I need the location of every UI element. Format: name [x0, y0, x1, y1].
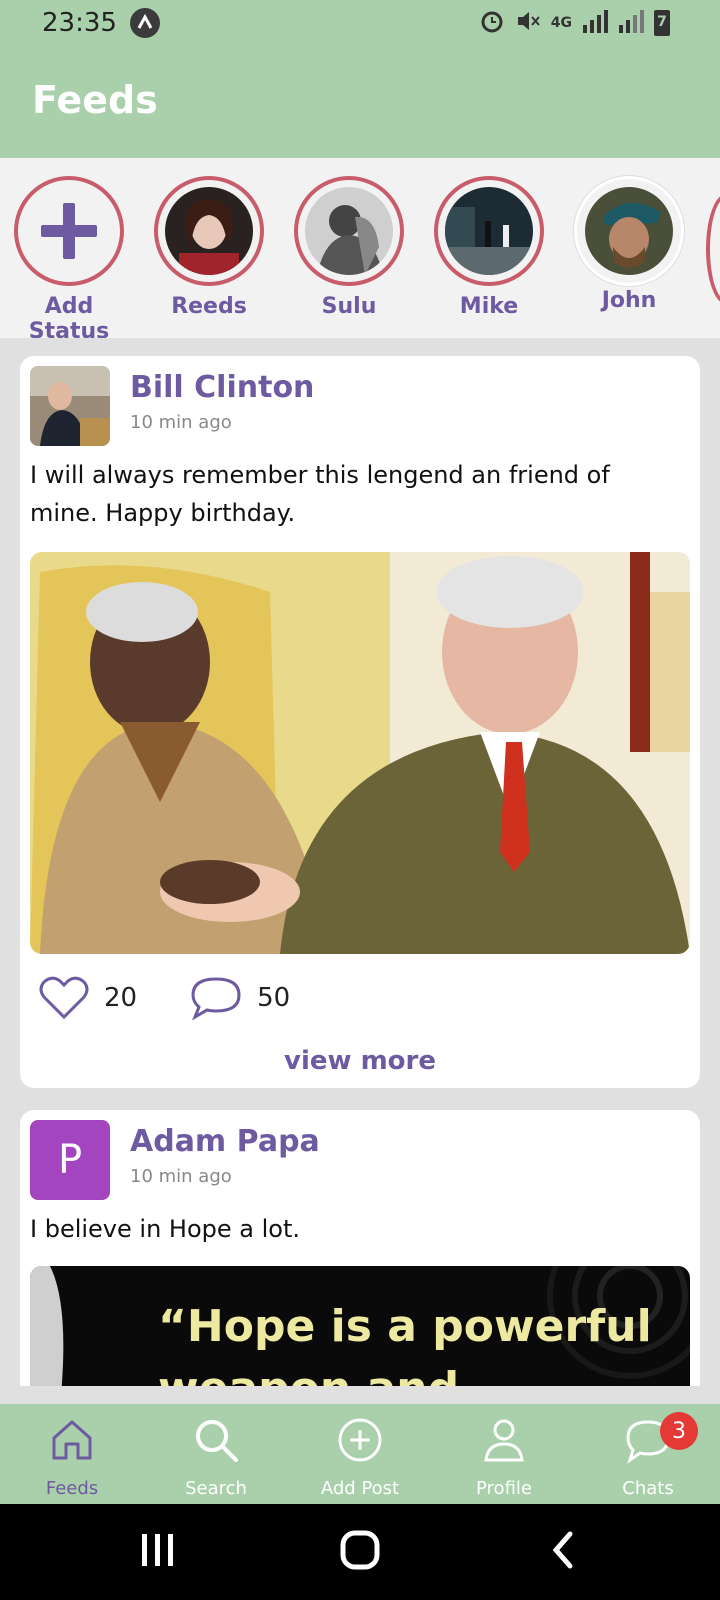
- comment-button[interactable]: 50: [189, 975, 290, 1021]
- network-type: 4G: [550, 15, 572, 31]
- story-label: Add Status: [28, 294, 110, 338]
- author-name[interactable]: Bill Clinton: [130, 370, 314, 405]
- story-ring: [574, 176, 684, 286]
- nav-label: Add Post: [320, 1478, 400, 1499]
- comment-count: 50: [257, 983, 291, 1013]
- nav-chats[interactable]: 3 Chats: [576, 1404, 720, 1504]
- story-avatar: [165, 187, 253, 275]
- nav-label: Profile: [476, 1478, 532, 1499]
- status-icons: 4G 7: [479, 8, 670, 38]
- status-bar: 23:35 4G 7: [0, 0, 720, 48]
- nav-label: Search: [185, 1478, 247, 1499]
- comment-icon: [191, 977, 241, 1021]
- post-image[interactable]: [30, 552, 690, 954]
- post-image-quote: “Hope is a powerful weapon and: [158, 1301, 652, 1386]
- post-time: 10 min ago: [130, 412, 232, 433]
- alarm-icon: [479, 8, 505, 38]
- like-count: 20: [104, 983, 138, 1013]
- story-ring: [14, 176, 124, 286]
- back-button[interactable]: [548, 1528, 578, 1576]
- recent-apps-icon: [142, 1534, 173, 1566]
- nav-search[interactable]: Search: [144, 1404, 288, 1504]
- story-avatar: [585, 187, 673, 275]
- search-icon: [196, 1420, 238, 1462]
- notification-icon: [130, 8, 160, 38]
- story-mike[interactable]: Mike: [424, 176, 554, 319]
- nav-add-post[interactable]: Add Post: [288, 1404, 432, 1504]
- plus-icon: [41, 203, 97, 259]
- story-avatar: [305, 187, 393, 275]
- home-icon: [52, 1420, 92, 1460]
- person-icon: [484, 1419, 524, 1462]
- signal-icon: [582, 9, 608, 37]
- post-card: Bill Clinton 10 min ago I will always re…: [20, 356, 700, 1088]
- nav-label: Chats: [622, 1478, 674, 1499]
- story-reeds[interactable]: Reeds: [144, 176, 274, 319]
- author-name[interactable]: Adam Papa: [130, 1124, 320, 1159]
- chat-badge: 3: [660, 1412, 698, 1450]
- story-label: Reeds: [171, 294, 247, 319]
- author-avatar[interactable]: [30, 366, 110, 446]
- story-label: Mike: [459, 294, 519, 319]
- add-circle-icon: [338, 1418, 382, 1462]
- like-button[interactable]: 20: [38, 975, 137, 1021]
- recent-apps-button[interactable]: [140, 1528, 176, 1576]
- story-john[interactable]: John: [564, 176, 694, 313]
- post-text: I will always remember this lengend an f…: [30, 461, 610, 527]
- status-time: 23:35: [42, 8, 117, 38]
- story-label: John: [601, 288, 657, 313]
- mute-icon: [515, 8, 541, 38]
- home-button[interactable]: [340, 1528, 380, 1576]
- page-title: Feeds: [32, 78, 158, 122]
- home-circle-icon: [340, 1530, 380, 1570]
- app-bar: Feeds: [0, 48, 720, 158]
- stories-row: Add Status Reeds Sulu Mike John: [0, 158, 720, 338]
- post-card: P Adam Papa 10 min ago I believe in Hope…: [20, 1110, 700, 1386]
- signal-icon-2: [618, 9, 644, 37]
- story-ring: [434, 176, 544, 286]
- story-ring: [154, 176, 264, 286]
- battery-icon: 7: [654, 10, 670, 36]
- heart-icon: [39, 976, 89, 1020]
- back-icon: [552, 1531, 573, 1569]
- post-image[interactable]: “Hope is a powerful weapon and: [30, 1266, 690, 1386]
- bottom-nav: Feeds Search Add Post Profile 3 Chats: [0, 1404, 720, 1504]
- battery-level: 7: [657, 14, 667, 30]
- nav-feeds[interactable]: Feeds: [0, 1404, 144, 1504]
- nav-profile[interactable]: Profile: [432, 1404, 576, 1504]
- nav-label: Feeds: [45, 1478, 99, 1499]
- story-avatar: [445, 187, 533, 275]
- story-ring-partial[interactable]: [706, 194, 720, 304]
- story-add-status[interactable]: Add Status: [4, 176, 134, 338]
- post-time: 10 min ago: [130, 1166, 232, 1187]
- story-sulu[interactable]: Sulu: [284, 176, 414, 319]
- story-ring: [294, 176, 404, 286]
- author-avatar[interactable]: P: [30, 1120, 110, 1200]
- post-text: I believe in Hope a lot.: [30, 1215, 300, 1243]
- post-actions: 20 50: [38, 970, 290, 1026]
- system-nav-bar: [0, 1504, 720, 1600]
- view-more-link[interactable]: view more: [20, 1046, 700, 1076]
- story-label: Sulu: [321, 294, 377, 319]
